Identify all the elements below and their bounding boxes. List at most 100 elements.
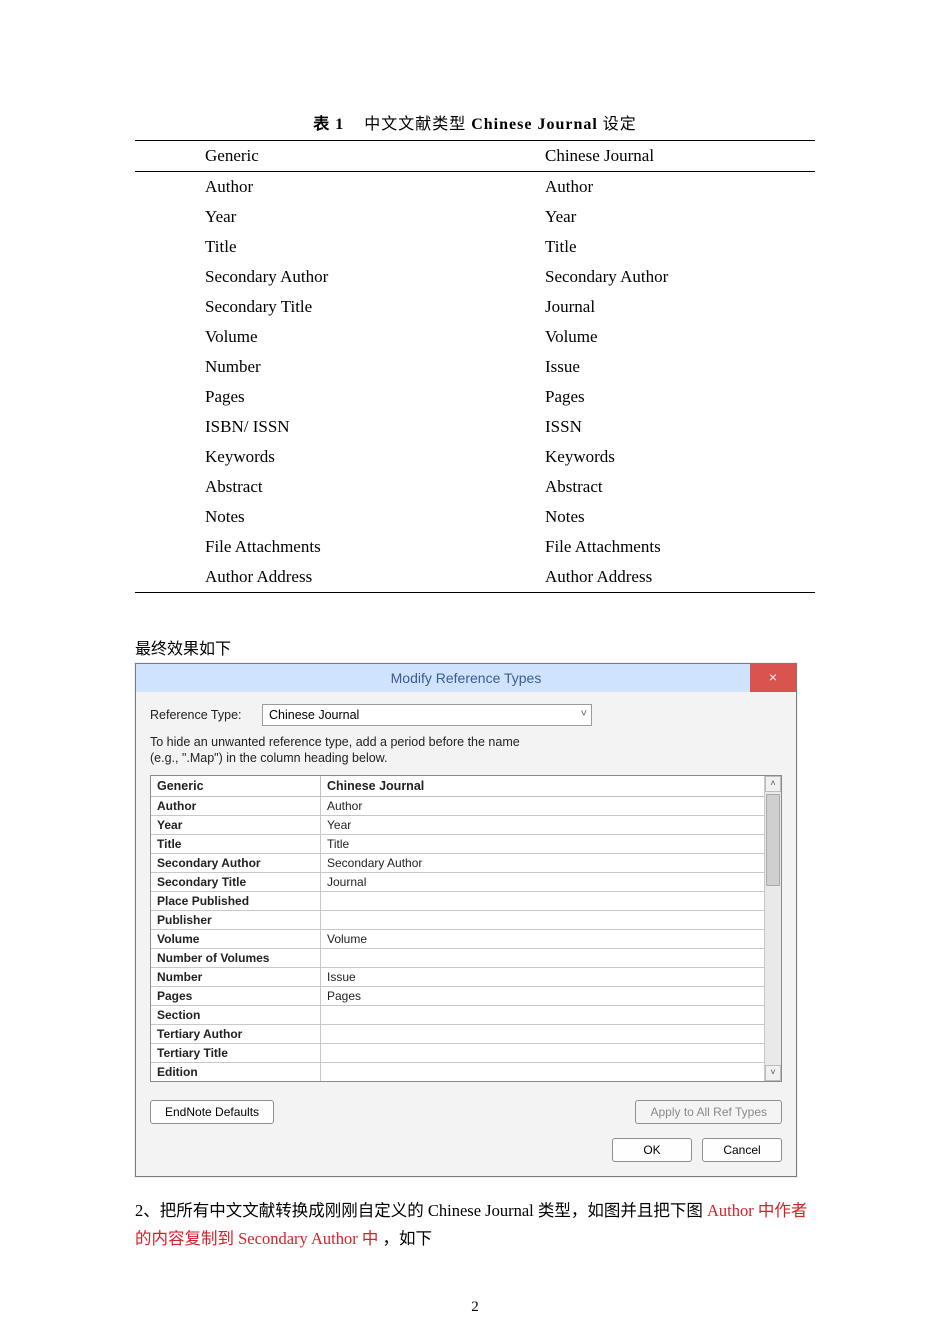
- grid-cell-generic: Tertiary Author: [151, 1025, 321, 1043]
- table1-cell-custom: Volume: [475, 322, 815, 352]
- table1-cell-custom: Journal: [475, 292, 815, 322]
- grid-cell-generic: Section: [151, 1006, 321, 1024]
- grid-cell-generic: Secondary Author: [151, 854, 321, 872]
- table1-cell-custom: Author: [475, 172, 815, 203]
- grid-cell-custom[interactable]: [321, 949, 781, 967]
- dialog-hint: To hide an unwanted reference type, add …: [150, 734, 782, 767]
- grid-cell-generic: Volume: [151, 930, 321, 948]
- grid-cell-custom[interactable]: [321, 911, 781, 929]
- grid-row[interactable]: Number of Volumes: [151, 948, 781, 967]
- table1-cell-custom: File Attachments: [475, 532, 815, 562]
- table1-cell-custom: Year: [475, 202, 815, 232]
- apply-all-ref-types-button[interactable]: Apply to All Ref Types: [635, 1100, 782, 1124]
- table1-cell-generic: Notes: [135, 502, 475, 532]
- grid-header-custom: Chinese Journal: [321, 776, 781, 796]
- chevron-down-icon: ˅: [770, 1067, 775, 1077]
- close-icon: ×: [769, 669, 777, 685]
- grid-cell-custom[interactable]: [321, 1025, 781, 1043]
- reference-type-input[interactable]: [262, 704, 592, 726]
- reference-type-select[interactable]: ˅: [262, 704, 592, 726]
- table1-cell-generic: Secondary Author: [135, 262, 475, 292]
- grid-row[interactable]: Secondary AuthorSecondary Author: [151, 853, 781, 872]
- grid-cell-generic: Title: [151, 835, 321, 853]
- page-number: 2: [0, 1299, 950, 1316]
- grid-row[interactable]: Section: [151, 1005, 781, 1024]
- table1-cell-custom: Notes: [475, 502, 815, 532]
- grid-cell-generic: Secondary Title: [151, 873, 321, 891]
- grid-row[interactable]: Tertiary Author: [151, 1024, 781, 1043]
- table1-cell-custom: Title: [475, 232, 815, 262]
- grid-header-generic: Generic: [151, 776, 321, 796]
- table1-cell-generic: Author: [135, 172, 475, 203]
- table1-cell-custom: Author Address: [475, 562, 815, 593]
- table1-cell-generic: ISBN/ ISSN: [135, 412, 475, 442]
- table1-cell-generic: Number: [135, 352, 475, 382]
- grid-row[interactable]: PagesPages: [151, 986, 781, 1005]
- grid-cell-custom[interactable]: Pages: [321, 987, 781, 1005]
- grid-row[interactable]: Edition: [151, 1062, 781, 1081]
- table1-cell-custom: Secondary Author: [475, 262, 815, 292]
- table1-cell-generic: Pages: [135, 382, 475, 412]
- table1-cell-generic: Title: [135, 232, 475, 262]
- grid-cell-custom[interactable]: Title: [321, 835, 781, 853]
- grid-cell-custom[interactable]: Year: [321, 816, 781, 834]
- scroll-thumb[interactable]: [766, 794, 780, 886]
- reference-type-label: Reference Type:: [150, 708, 262, 722]
- grid-cell-generic: Author: [151, 797, 321, 815]
- grid-cell-custom[interactable]: Volume: [321, 930, 781, 948]
- table1-cell-generic: Secondary Title: [135, 292, 475, 322]
- grid-cell-custom[interactable]: Issue: [321, 968, 781, 986]
- table1-cell-custom: Abstract: [475, 472, 815, 502]
- grid-cell-generic: Pages: [151, 987, 321, 1005]
- table1-cell-custom: Issue: [475, 352, 815, 382]
- grid-cell-custom[interactable]: Author: [321, 797, 781, 815]
- close-button[interactable]: ×: [750, 664, 796, 692]
- grid-cell-generic: Place Published: [151, 892, 321, 910]
- grid-row[interactable]: Place Published: [151, 891, 781, 910]
- modify-ref-types-dialog: Modify Reference Types × Reference Type:…: [135, 663, 797, 1177]
- paragraph-step2: 2、把所有中文文献转换成刚刚自定义的 Chinese Journal 类型，如图…: [135, 1197, 815, 1255]
- table1-cell-generic: File Attachments: [135, 532, 475, 562]
- grid-cell-custom[interactable]: [321, 1006, 781, 1024]
- ok-button[interactable]: OK: [612, 1138, 692, 1162]
- table1-header-left: Generic: [135, 141, 475, 172]
- grid-cell-custom[interactable]: Secondary Author: [321, 854, 781, 872]
- chevron-up-icon: ˄: [770, 778, 775, 788]
- table1-cell-generic: Volume: [135, 322, 475, 352]
- grid-row[interactable]: Tertiary Title: [151, 1043, 781, 1062]
- scroll-up-button[interactable]: ˄: [765, 776, 781, 792]
- grid-cell-generic: Publisher: [151, 911, 321, 929]
- narration-final-effect: 最终效果如下: [135, 635, 815, 659]
- table1-cell-generic: Keywords: [135, 442, 475, 472]
- grid-scrollbar[interactable]: ˄ ˅: [764, 776, 781, 1081]
- grid-row[interactable]: NumberIssue: [151, 967, 781, 986]
- grid-row[interactable]: Publisher: [151, 910, 781, 929]
- grid-row[interactable]: Secondary TitleJournal: [151, 872, 781, 891]
- table1-caption: 表 1 中文文献类型 Chinese Journal 设定: [135, 110, 815, 134]
- table1-cell-custom: ISSN: [475, 412, 815, 442]
- dialog-titlebar[interactable]: Modify Reference Types ×: [136, 664, 796, 692]
- grid-cell-generic: Edition: [151, 1063, 321, 1081]
- table1-cell-custom: Pages: [475, 382, 815, 412]
- grid-cell-generic: Tertiary Title: [151, 1044, 321, 1062]
- grid-row[interactable]: VolumeVolume: [151, 929, 781, 948]
- grid-cell-custom[interactable]: [321, 1044, 781, 1062]
- grid-cell-generic: Number: [151, 968, 321, 986]
- grid-row[interactable]: TitleTitle: [151, 834, 781, 853]
- table1-cell-generic: Author Address: [135, 562, 475, 593]
- scroll-down-button[interactable]: ˅: [765, 1065, 781, 1081]
- fields-grid: Generic Chinese Journal AuthorAuthorYear…: [150, 775, 782, 1082]
- dialog-title: Modify Reference Types: [391, 670, 542, 686]
- table1-cell-custom: Keywords: [475, 442, 815, 472]
- grid-cell-custom[interactable]: [321, 892, 781, 910]
- grid-cell-generic: Year: [151, 816, 321, 834]
- grid-row[interactable]: AuthorAuthor: [151, 797, 781, 815]
- grid-cell-custom[interactable]: [321, 1063, 781, 1081]
- table1-cell-generic: Year: [135, 202, 475, 232]
- grid-cell-custom[interactable]: Journal: [321, 873, 781, 891]
- cancel-button[interactable]: Cancel: [702, 1138, 782, 1162]
- table1-header-right: Chinese Journal: [475, 141, 815, 172]
- grid-row[interactable]: YearYear: [151, 815, 781, 834]
- grid-cell-generic: Number of Volumes: [151, 949, 321, 967]
- endnote-defaults-button[interactable]: EndNote Defaults: [150, 1100, 274, 1124]
